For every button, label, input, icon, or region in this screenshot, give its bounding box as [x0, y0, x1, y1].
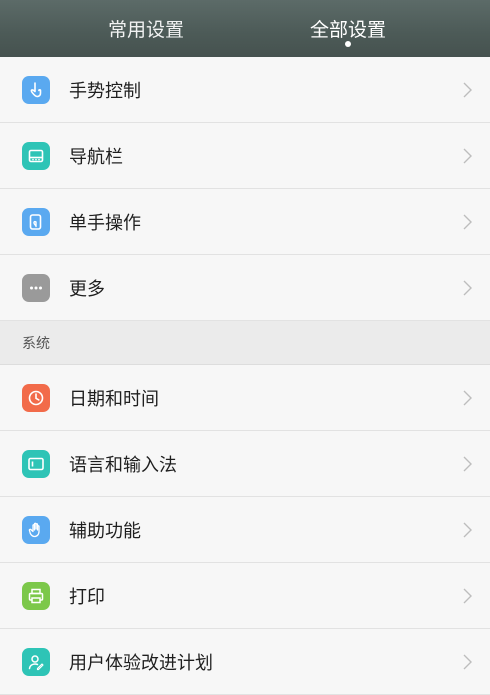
section-header-system: 系统 — [0, 321, 490, 365]
settings-item-more[interactable]: 更多 — [0, 255, 490, 321]
keyboard-icon — [22, 449, 50, 478]
chevron-right-icon — [463, 390, 472, 405]
section-title: 系统 — [22, 335, 50, 352]
settings-item-label: 手势控制 — [69, 80, 141, 102]
tab-all-settings-label: 全部设置 — [309, 19, 386, 41]
navigation-bar-icon — [22, 141, 50, 170]
settings-list: 手势控制 导航栏 单手操作 更多 系统 日期和时间 语言和输入法 辅助功能 打印… — [0, 57, 490, 695]
chevron-right-icon — [463, 148, 472, 163]
clock-icon — [22, 383, 50, 412]
settings-item-one-hand-mode[interactable]: 单手操作 — [0, 189, 490, 255]
settings-item-date-time[interactable]: 日期和时间 — [0, 365, 490, 431]
settings-item-print[interactable]: 打印 — [0, 563, 490, 629]
settings-item-user-experience[interactable]: 用户体验改进计划 — [0, 629, 490, 695]
settings-item-label: 打印 — [69, 586, 105, 608]
chevron-right-icon — [463, 280, 472, 295]
settings-item-label: 单手操作 — [69, 212, 141, 234]
settings-item-label: 日期和时间 — [69, 388, 159, 410]
tab-all-settings[interactable]: 全部设置 — [302, 0, 394, 57]
hand-icon — [22, 515, 50, 544]
user-experience-icon — [22, 647, 50, 676]
chevron-right-icon — [463, 522, 472, 537]
settings-item-navigation-bar[interactable]: 导航栏 — [0, 123, 490, 189]
gesture-icon — [22, 75, 50, 104]
chevron-right-icon — [463, 214, 472, 229]
settings-item-label: 导航栏 — [69, 146, 123, 168]
settings-item-language-input[interactable]: 语言和输入法 — [0, 431, 490, 497]
chevron-right-icon — [463, 82, 472, 97]
settings-item-label: 辅助功能 — [69, 520, 141, 542]
tab-common-settings[interactable]: 常用设置 — [100, 0, 192, 57]
one-hand-icon — [22, 207, 50, 236]
settings-item-accessibility[interactable]: 辅助功能 — [0, 497, 490, 563]
chevron-right-icon — [463, 588, 472, 603]
chevron-right-icon — [463, 654, 472, 669]
tab-common-settings-label: 常用设置 — [107, 19, 184, 41]
printer-icon — [22, 581, 50, 610]
settings-item-label: 语言和输入法 — [69, 454, 177, 476]
top-tab-bar: 常用设置 全部设置 — [0, 0, 490, 57]
active-tab-indicator — [345, 41, 351, 47]
settings-item-label: 更多 — [69, 278, 105, 300]
settings-item-gesture-control[interactable]: 手势控制 — [0, 57, 490, 123]
chevron-right-icon — [463, 456, 472, 471]
more-icon — [22, 273, 50, 302]
settings-item-label: 用户体验改进计划 — [69, 652, 213, 674]
